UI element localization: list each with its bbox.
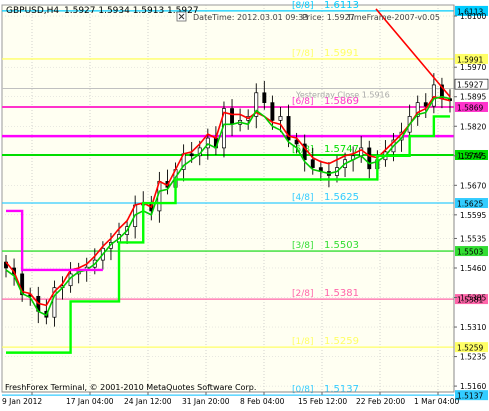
level-price-tag-text: 1.5137 <box>457 392 483 401</box>
candle-body <box>278 116 283 121</box>
y-tick-label: 1.5460 <box>460 264 486 273</box>
symbol-label: GBPUSD,H4 <box>6 6 59 16</box>
x-tick-label: 8 Feb 04:00 <box>240 397 285 406</box>
candle-body <box>230 108 234 125</box>
x-tick-label: 17 Jan 04:00 <box>66 397 114 406</box>
level-label: [8/8] <box>292 1 314 11</box>
x-tick-label: 31 Jan 20:00 <box>182 397 230 406</box>
level-value: 1.5503 <box>324 240 359 251</box>
y-tick-label: 1.5745 <box>460 152 486 161</box>
x-tick-label: 22 Feb 20:00 <box>356 397 405 406</box>
y-tick-label: 1.5820 <box>460 122 486 131</box>
candle-body <box>367 147 372 170</box>
y-tick-label: 1.6100 <box>460 12 486 21</box>
level-price-tag-text: 1.5625 <box>457 200 483 209</box>
close-x-icon[interactable] <box>176 11 187 22</box>
level-price-tag-text: 1.5503 <box>457 248 483 257</box>
copyright-footer: FreshForex Terminal, © 2001-2010 MetaQuo… <box>5 383 256 392</box>
y-tick-label: 1.5970 <box>460 63 486 72</box>
level-label: [2/8] <box>292 289 314 299</box>
x-tick-label: 24 Jan 12:00 <box>124 397 172 406</box>
y-tick-label: 1.5595 <box>460 211 486 220</box>
y-tick-label: 1.5160 <box>460 382 486 391</box>
datetime-label: DateTime: 2012.03.01 09:33 <box>193 13 308 22</box>
x-tick-label: 15 Feb 12:00 <box>298 397 347 406</box>
level-value: 1.5625 <box>324 192 359 203</box>
level-value: 1.5991 <box>324 48 359 59</box>
current-price-tag-text: 1.5927 <box>457 81 483 90</box>
level-value: 1.5381 <box>324 288 359 299</box>
level-value: 1.6113 <box>324 0 359 11</box>
y-tick-label: 1.5895 <box>460 93 486 102</box>
y-tick-label: 1.5310 <box>460 323 486 332</box>
level-label: [7/8] <box>292 49 314 59</box>
level-label: [3/8] <box>292 241 314 251</box>
y-tick-label: 1.5385 <box>460 294 486 303</box>
chart: [8/8] 1.6113 1.6113 [7/8] 1.5991 1.5991 [6/8] 1… <box>0 0 489 411</box>
level-price-tag-text: 1.5869 <box>457 103 483 112</box>
y-tick-label: 1.5535 <box>460 234 486 243</box>
chart-svg: [8/8] 1.61131.6113[7/8] 1.59911.5991[6/8] 1… <box>0 0 489 411</box>
level-price-tag-text: 1.5259 <box>457 344 483 353</box>
level-label: [4/8] <box>292 193 314 203</box>
timeframe-label: TimeFrame-2007-v0.05 <box>346 13 440 22</box>
level-label: [0/8] <box>292 385 314 395</box>
level-label: [1/8] <box>292 337 314 347</box>
level-value: 1.5137 <box>324 384 359 395</box>
candle-body <box>310 159 315 168</box>
x-tick-label: 9 Jan 2012 <box>2 397 42 406</box>
y-tick-label: 1.5235 <box>460 353 486 362</box>
y-tick-label: 1.5670 <box>460 181 486 190</box>
candle-body <box>189 153 194 157</box>
candle-body <box>431 84 436 107</box>
candle-body <box>262 92 267 103</box>
x-tick-label: 1 Mar 04:00 <box>414 397 460 406</box>
yesterday-close-label: Yesterday Close 1.5916 <box>295 90 390 99</box>
candle-body <box>270 102 275 121</box>
level-value: 1.5259 <box>324 336 359 347</box>
